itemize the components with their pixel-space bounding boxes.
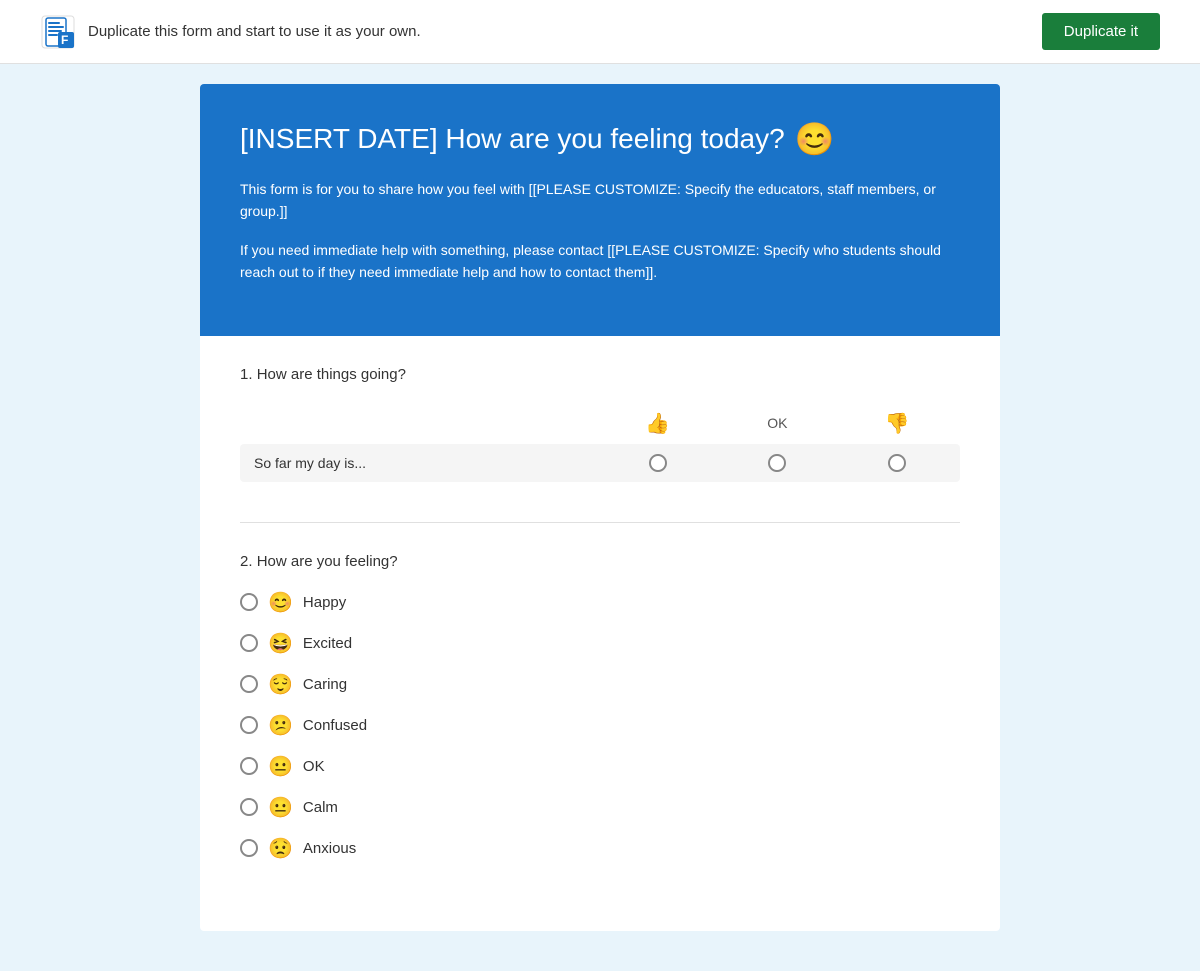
radio-calm[interactable] bbox=[240, 798, 258, 816]
radio-confused[interactable] bbox=[240, 716, 258, 734]
thumbs-up-icon: 👍 bbox=[645, 413, 670, 435]
radio-cell-bad[interactable] bbox=[834, 444, 960, 482]
section-divider bbox=[240, 522, 960, 523]
radio-cell-ok[interactable] bbox=[721, 444, 835, 482]
radio-cell-good[interactable] bbox=[595, 444, 721, 482]
happy-label: Happy bbox=[303, 594, 346, 611]
question-1-section: 1. How are things going? 👍 OK 👎 bbox=[240, 366, 960, 482]
form-title-emoji: 😊 bbox=[795, 120, 835, 158]
banner-text: Duplicate this form and start to use it … bbox=[88, 23, 421, 40]
radio-anxious[interactable] bbox=[240, 839, 258, 857]
table-row: So far my day is... bbox=[240, 444, 960, 482]
confused-label: Confused bbox=[303, 717, 367, 734]
radio-good[interactable] bbox=[649, 454, 667, 472]
list-item[interactable]: 😆 Excited bbox=[240, 631, 960, 656]
row-label-day: So far my day is... bbox=[240, 444, 595, 482]
excited-emoji: 😆 bbox=[268, 631, 293, 656]
list-item[interactable]: 😌 Caring bbox=[240, 672, 960, 697]
question-1-number: 1. bbox=[240, 366, 253, 383]
list-item[interactable]: 😐 Calm bbox=[240, 795, 960, 820]
list-item[interactable]: 😐 OK bbox=[240, 754, 960, 779]
banner-left: F Duplicate this form and start to use i… bbox=[40, 14, 421, 50]
rating-table: 👍 OK 👎 So far my day is... bbox=[240, 403, 960, 482]
list-item[interactable]: 😕 Confused bbox=[240, 713, 960, 738]
list-item[interactable]: 😊 Happy bbox=[240, 590, 960, 615]
col-header-bad: 👎 bbox=[834, 403, 960, 444]
form-description-2: If you need immediate help with somethin… bbox=[240, 239, 960, 284]
forms-icon: F bbox=[40, 14, 76, 50]
col-header-ok: OK bbox=[721, 403, 835, 444]
radio-ok[interactable] bbox=[768, 454, 786, 472]
ok-emoji: 😐 bbox=[268, 754, 293, 779]
excited-label: Excited bbox=[303, 635, 352, 652]
calm-label: Calm bbox=[303, 799, 338, 816]
form-content: 1. How are things going? 👍 OK 👎 bbox=[200, 336, 1000, 931]
col-header-good: 👍 bbox=[595, 403, 721, 444]
col-ok-label: OK bbox=[767, 415, 787, 431]
question-2-number: 2. bbox=[240, 553, 253, 570]
question-2-text: How are you feeling? bbox=[257, 553, 398, 570]
feeling-choices: 😊 Happy 😆 Excited 😌 Caring bbox=[240, 590, 960, 861]
form-title: [INSERT DATE] How are you feeling today?… bbox=[240, 120, 960, 158]
thumbs-down-icon: 👎 bbox=[885, 413, 910, 435]
caring-label: Caring bbox=[303, 676, 347, 693]
radio-caring[interactable] bbox=[240, 675, 258, 693]
radio-bad[interactable] bbox=[888, 454, 906, 472]
anxious-label: Anxious bbox=[303, 840, 356, 857]
form-description-1: This form is for you to share how you fe… bbox=[240, 178, 960, 223]
radio-excited[interactable] bbox=[240, 634, 258, 652]
happy-emoji: 😊 bbox=[268, 590, 293, 615]
duplicate-button[interactable]: Duplicate it bbox=[1042, 13, 1160, 50]
question-1-text: How are things going? bbox=[257, 366, 406, 383]
caring-emoji: 😌 bbox=[268, 672, 293, 697]
form-header: [INSERT DATE] How are you feeling today?… bbox=[200, 84, 1000, 336]
top-banner: F Duplicate this form and start to use i… bbox=[0, 0, 1200, 64]
ok-label: OK bbox=[303, 758, 325, 775]
rating-table-header: 👍 OK 👎 bbox=[240, 403, 960, 444]
question-1-label: 1. How are things going? bbox=[240, 366, 960, 383]
question-2-section: 2. How are you feeling? 😊 Happy 😆 Excite… bbox=[240, 553, 960, 861]
svg-text:F: F bbox=[61, 33, 68, 47]
confused-emoji: 😕 bbox=[268, 713, 293, 738]
question-2-label: 2. How are you feeling? bbox=[240, 553, 960, 570]
col-header-empty bbox=[240, 403, 595, 444]
calm-emoji: 😐 bbox=[268, 795, 293, 820]
radio-happy[interactable] bbox=[240, 593, 258, 611]
page-wrapper: [INSERT DATE] How are you feeling today?… bbox=[200, 64, 1000, 971]
form-title-text: [INSERT DATE] How are you feeling today? bbox=[240, 123, 785, 155]
radio-ok-feeling[interactable] bbox=[240, 757, 258, 775]
